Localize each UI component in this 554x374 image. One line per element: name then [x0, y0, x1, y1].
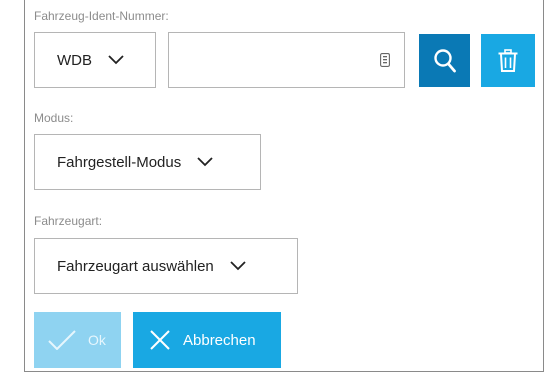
- search-icon: [433, 48, 456, 72]
- cancel-label: Abbrechen: [183, 331, 256, 349]
- clear-button[interactable]: [481, 34, 535, 87]
- ok-button[interactable]: Ok: [34, 312, 121, 368]
- close-icon: [150, 330, 170, 350]
- fahrzeugart-value: Fahrzeugart auswählen: [57, 257, 214, 275]
- keyboard-icon[interactable]: [380, 53, 390, 67]
- vin-input-wrapper: [168, 32, 405, 88]
- fahrzeugart-select[interactable]: Fahrzeugart auswählen: [34, 238, 298, 294]
- search-button[interactable]: [419, 34, 470, 87]
- check-icon: [48, 330, 76, 350]
- vin-prefix-select[interactable]: WDB: [34, 32, 156, 88]
- trash-icon: [498, 48, 518, 72]
- chevron-down-icon: [197, 157, 213, 167]
- chevron-down-icon: [108, 55, 124, 65]
- chevron-down-icon: [230, 261, 246, 271]
- vin-input[interactable]: [169, 33, 369, 87]
- ok-label: Ok: [88, 332, 106, 348]
- vin-label: Fahrzeug-Ident-Nummer:: [34, 9, 169, 23]
- modus-value: Fahrgestell-Modus: [57, 153, 182, 171]
- cancel-button[interactable]: Abbrechen: [133, 312, 281, 368]
- modus-label: Modus:: [34, 111, 74, 125]
- vin-prefix-value: WDB: [57, 51, 92, 69]
- fahrzeugart-label: Fahrzeugart:: [34, 214, 103, 228]
- modus-select[interactable]: Fahrgestell-Modus: [34, 134, 261, 190]
